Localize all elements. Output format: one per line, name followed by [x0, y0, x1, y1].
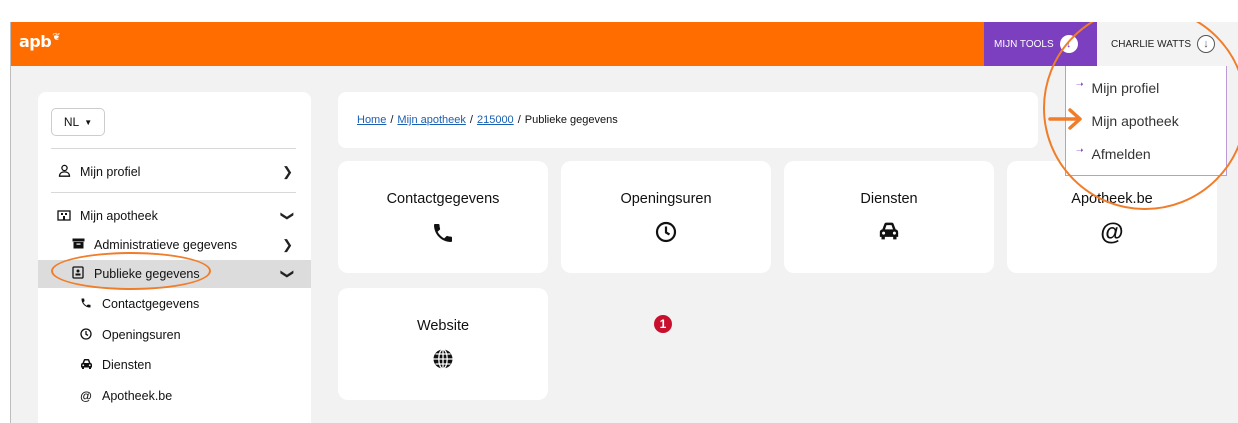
building-icon [56, 209, 72, 224]
sidebar-item-mijn-apotheek[interactable]: Mijn apotheek ❯ [38, 202, 311, 230]
arrow-right-icon: ➝ [1076, 78, 1084, 89]
menu-item-label: Afmelden [1091, 146, 1151, 162]
sidebar-item-contactgegevens[interactable]: Contactgegevens [38, 290, 311, 318]
annotation-arrow-icon [1048, 108, 1082, 130]
tile-contactgegevens[interactable]: Contactgegevens [338, 161, 548, 273]
chevron-down-icon: ❯ [280, 268, 296, 280]
sidebar-item-apotheek-be[interactable]: @ Apotheek.be [38, 382, 311, 410]
breadcrumb: Home / Mijn apotheek / 215000 / Publieke… [338, 92, 1038, 148]
chevron-down-icon: ❯ [280, 210, 296, 222]
breadcrumb-separator: / [517, 114, 521, 126]
globe-icon [432, 348, 454, 375]
archive-icon [70, 238, 86, 252]
tile-title: Openingsuren [620, 191, 712, 207]
menu-item-afmelden[interactable]: ➝ Afmelden [1066, 140, 1226, 168]
sidebar-item-diensten[interactable]: Diensten [38, 351, 311, 379]
arrow-right-icon: ➝ [1076, 144, 1084, 155]
car-icon [78, 358, 94, 373]
top-navigation-bar: apb❦ MIJN TOOLS ↓ CHARLIE WATTS ↓ [11, 22, 1238, 66]
language-label: NL [63, 115, 80, 129]
my-tools-label: MIJN TOOLS [994, 38, 1054, 50]
logo-text: apb [19, 32, 52, 51]
sidebar: NL ▼ Mijn profiel ❯ Mijn apotheek ❯ Admi… [38, 92, 311, 423]
phone-icon [78, 297, 94, 312]
breadcrumb-separator: / [469, 114, 473, 126]
user-icon [56, 164, 72, 180]
apb-logo[interactable]: apb❦ [19, 32, 61, 51]
menu-item-mijn-profiel[interactable]: ➝ Mijn profiel [1066, 74, 1226, 102]
sidebar-item-label: Mijn apotheek [80, 209, 158, 223]
breadcrumb-link-mijn-apotheek[interactable]: Mijn apotheek [397, 114, 466, 126]
tile-title: Contactgegevens [386, 191, 500, 207]
sprout-icon: ❦ [52, 32, 61, 43]
sidebar-item-label: Apotheek.be [102, 389, 173, 403]
sidebar-item-publieke-gegevens[interactable]: Publieke gegevens ❯ [38, 260, 311, 288]
id-card-icon [70, 266, 86, 282]
sidebar-item-label: Openingsuren [102, 328, 181, 342]
down-arrow-icon: ↓ [1059, 35, 1078, 53]
breadcrumb-link-home[interactable]: Home [357, 114, 386, 126]
divider [51, 148, 296, 149]
phone-icon [431, 221, 455, 250]
menu-item-label: Mijn profiel [1091, 80, 1160, 96]
tile-title: Apotheek.be [1071, 191, 1153, 207]
user-dropdown-menu: ➝ Mijn profiel ➝ Mijn apotheek ➝ Afmelde… [1065, 66, 1227, 176]
app-window: apb❦ MIJN TOOLS ↓ CHARLIE WATTS ↓ NL ▼ M… [10, 22, 1238, 423]
caret-down-icon: ▼ [84, 117, 93, 127]
at-icon: @ [80, 389, 92, 403]
tile-title: Website [416, 318, 470, 334]
sidebar-item-label: Contactgegevens [102, 297, 200, 311]
clock-icon [655, 221, 677, 248]
language-selector[interactable]: NL ▼ [51, 108, 105, 136]
car-icon [878, 221, 900, 246]
step-number-badge: 1 [654, 315, 672, 333]
sidebar-item-mijn-profiel[interactable]: Mijn profiel ❯ [38, 158, 311, 186]
clock-icon [78, 327, 94, 343]
sidebar-item-administratieve-gegevens[interactable]: Administratieve gegevens ❯ [38, 231, 311, 259]
divider [51, 192, 296, 193]
sidebar-item-label: Mijn profiel [80, 165, 141, 179]
user-name-label: CHARLIE WATTS [1111, 38, 1192, 50]
breadcrumb-current: Publieke gegevens [524, 114, 618, 126]
tile-title: Diensten [860, 191, 918, 207]
tile-website[interactable]: Website [338, 288, 548, 400]
my-tools-button[interactable]: MIJN TOOLS ↓ [984, 22, 1097, 66]
chevron-right-icon: ❯ [282, 164, 293, 179]
breadcrumb-separator: / [390, 114, 394, 126]
down-arrow-icon: ↓ [1197, 35, 1216, 53]
user-menu-button[interactable]: CHARLIE WATTS ↓ [1097, 22, 1238, 66]
sidebar-item-label: Publieke gegevens [94, 267, 200, 281]
menu-item-mijn-apotheek[interactable]: ➝ Mijn apotheek [1066, 107, 1226, 135]
chevron-right-icon: ❯ [282, 237, 293, 252]
sidebar-item-openingsuren[interactable]: Openingsuren [38, 321, 311, 349]
tile-openingsuren[interactable]: Openingsuren [561, 161, 771, 273]
sidebar-item-label: Diensten [102, 358, 152, 372]
tile-apotheek-be[interactable]: Apotheek.be @ [1007, 161, 1217, 273]
menu-item-label: Mijn apotheek [1091, 113, 1179, 129]
at-icon: @ [1100, 219, 1124, 246]
sidebar-item-label: Administratieve gegevens [94, 238, 238, 252]
tile-diensten[interactable]: Diensten [784, 161, 994, 273]
breadcrumb-link-215000[interactable]: 215000 [477, 114, 514, 126]
